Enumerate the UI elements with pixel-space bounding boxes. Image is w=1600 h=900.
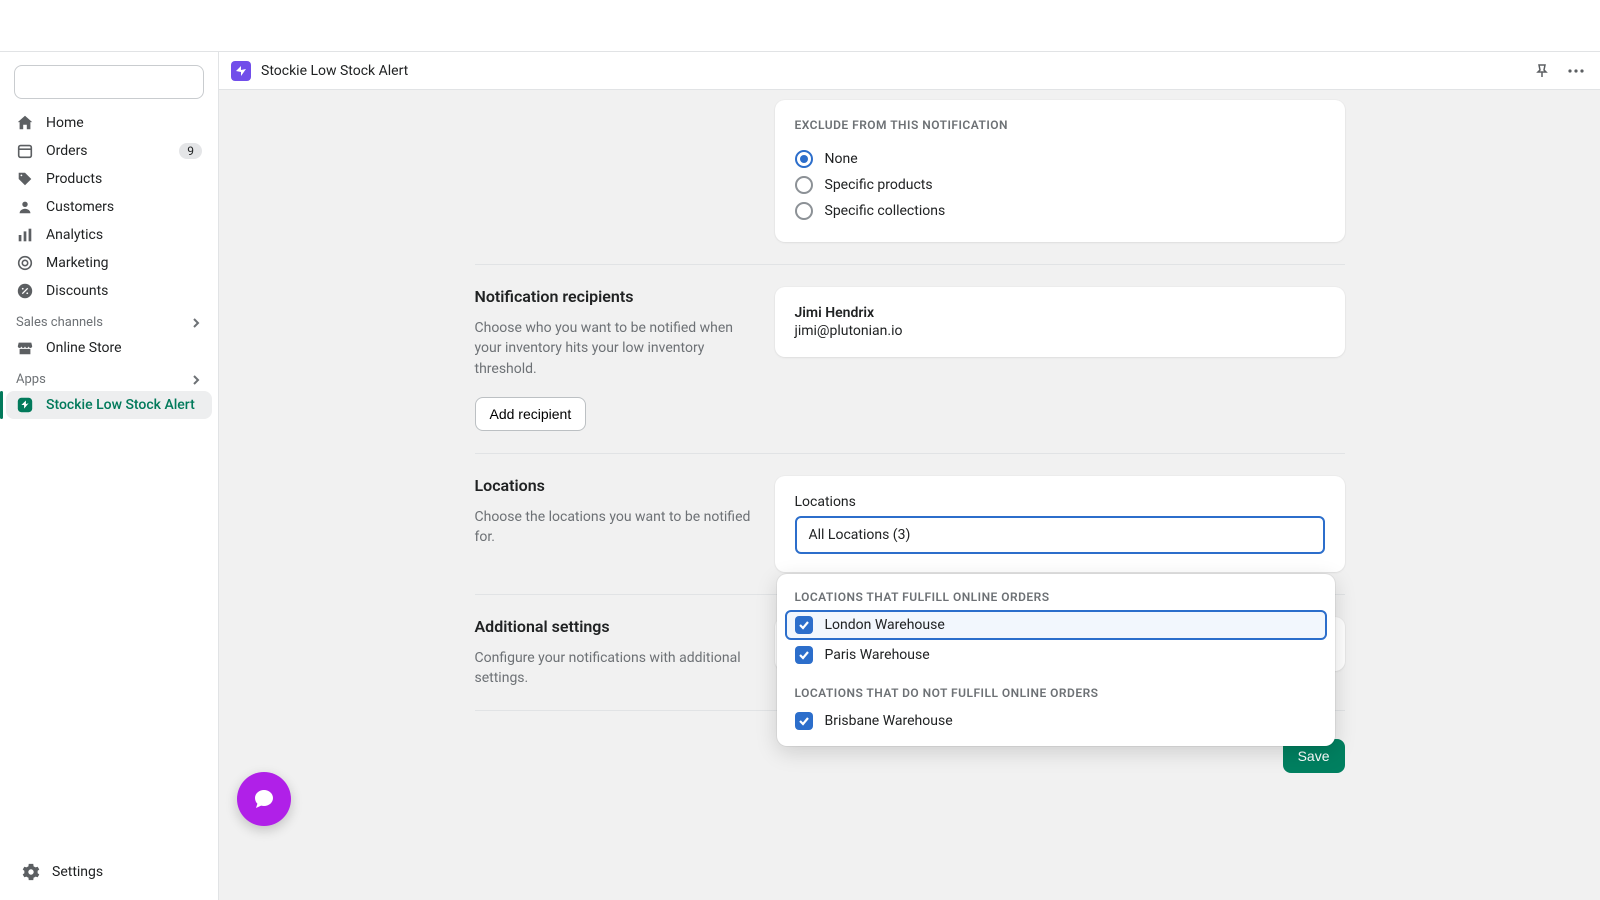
nav-label: Home — [46, 115, 202, 131]
additional-title: Additional settings — [475, 617, 751, 636]
nav-label: Analytics — [46, 227, 202, 243]
recipient-card: Jimi Hendrix jimi@plutonian.io — [775, 287, 1345, 357]
nav-label: Orders — [46, 143, 167, 159]
nav-label: Marketing — [46, 255, 202, 271]
recipient-name: Jimi Hendrix — [795, 305, 1325, 321]
exclude-header: EXCLUDE FROM THIS NOTIFICATION — [795, 118, 1325, 132]
locations-card: Locations All Locations (3) — [775, 476, 1345, 572]
additional-desc: Configure your notifications with additi… — [475, 648, 751, 689]
nav-orders[interactable]: Orders 9 — [6, 137, 212, 165]
locations-field-label: Locations — [795, 494, 1325, 510]
nav-products[interactable]: Products — [6, 165, 212, 193]
discounts-icon — [16, 282, 34, 300]
orders-icon — [16, 142, 34, 160]
marketing-icon — [16, 254, 34, 272]
nav-label: Settings — [52, 864, 196, 880]
checkbox-checked-icon — [795, 616, 813, 634]
analytics-icon — [16, 226, 34, 244]
nav-discounts[interactable]: Discounts — [6, 277, 212, 305]
radio-specific-products[interactable]: Specific products — [795, 172, 1325, 198]
radio-icon — [795, 176, 813, 194]
location-option-brisbane[interactable]: Brisbane Warehouse — [785, 706, 1327, 736]
recipients-desc: Choose who you want to be notified when … — [475, 318, 751, 379]
nav-label: Online Store — [46, 340, 202, 356]
recipients-section: Notification recipients Choose who you w… — [475, 265, 1345, 454]
app-icon — [16, 396, 34, 414]
section-label: Apps — [16, 372, 46, 387]
recipient-email: jimi@plutonian.io — [795, 323, 1325, 339]
exclude-card: EXCLUDE FROM THIS NOTIFICATION None Spec… — [775, 100, 1345, 242]
nav-stockie-app[interactable]: Stockie Low Stock Alert — [6, 391, 212, 419]
store-icon — [16, 339, 34, 357]
orders-badge: 9 — [179, 143, 202, 159]
products-icon — [16, 170, 34, 188]
chat-icon — [252, 787, 276, 811]
radio-specific-collections[interactable]: Specific collections — [795, 198, 1325, 224]
apps-section[interactable]: Apps — [0, 362, 218, 391]
more-button[interactable] — [1564, 59, 1588, 83]
add-recipient-button[interactable]: Add recipient — [475, 397, 587, 431]
checkbox-checked-icon — [795, 712, 813, 730]
nav-label: Discounts — [46, 283, 202, 299]
locations-section: Locations Choose the locations you want … — [475, 454, 1345, 595]
top-bar — [0, 0, 1600, 52]
chat-widget-button[interactable] — [237, 772, 291, 826]
radio-label: Specific products — [825, 177, 933, 193]
app-bar-title: Stockie Low Stock Alert — [261, 63, 408, 79]
option-label: Brisbane Warehouse — [825, 713, 953, 729]
locations-select-value: All Locations (3) — [809, 527, 911, 543]
radio-none[interactable]: None — [795, 146, 1325, 172]
locations-select[interactable]: All Locations (3) — [795, 516, 1325, 554]
nav-label: Customers — [46, 199, 202, 215]
location-option-london[interactable]: London Warehouse — [785, 610, 1327, 640]
nav-marketing[interactable]: Marketing — [6, 249, 212, 277]
radio-label: None — [825, 151, 858, 167]
nav-label: Products — [46, 171, 202, 187]
recipients-title: Notification recipients — [475, 287, 751, 306]
nav-label: Stockie Low Stock Alert — [46, 397, 202, 413]
sidebar: Home Orders 9 Products Customers — [0, 52, 218, 900]
chevron-right-icon — [190, 317, 202, 329]
page-scroll[interactable]: EXCLUDE FROM THIS NOTIFICATION None Spec… — [219, 90, 1600, 900]
nav-online-store[interactable]: Online Store — [6, 334, 212, 362]
home-icon — [16, 114, 34, 132]
chevron-right-icon — [190, 374, 202, 386]
radio-icon — [795, 202, 813, 220]
nav-analytics[interactable]: Analytics — [6, 221, 212, 249]
locations-dropdown: LOCATIONS THAT FULFILL ONLINE ORDERS Lon… — [777, 574, 1335, 746]
gear-icon — [22, 863, 40, 881]
customers-icon — [16, 198, 34, 216]
option-label: London Warehouse — [825, 617, 945, 633]
pin-button[interactable] — [1530, 59, 1554, 83]
radio-icon — [795, 150, 813, 168]
sales-channels-section[interactable]: Sales channels — [0, 305, 218, 334]
app-bar: Stockie Low Stock Alert — [219, 52, 1600, 90]
nav-home[interactable]: Home — [6, 109, 212, 137]
dropdown-group-header: LOCATIONS THAT FULFILL ONLINE ORDERS — [777, 582, 1335, 610]
locations-desc: Choose the locations you want to be noti… — [475, 507, 751, 548]
option-label: Paris Warehouse — [825, 647, 930, 663]
location-option-paris[interactable]: Paris Warehouse — [785, 640, 1327, 670]
dropdown-group-header: LOCATIONS THAT DO NOT FULFILL ONLINE ORD… — [777, 678, 1335, 706]
locations-title: Locations — [475, 476, 751, 495]
checkbox-checked-icon — [795, 646, 813, 664]
radio-label: Specific collections — [825, 203, 946, 219]
section-label: Sales channels — [16, 315, 103, 330]
nav-settings[interactable]: Settings — [12, 858, 206, 886]
nav-customers[interactable]: Customers — [6, 193, 212, 221]
stockie-app-icon — [231, 61, 251, 81]
search-input[interactable] — [14, 65, 204, 99]
content-area: Stockie Low Stock Alert EXCLUDE FROM THI… — [218, 52, 1600, 900]
exclude-section: EXCLUDE FROM THIS NOTIFICATION None Spec… — [475, 90, 1345, 265]
